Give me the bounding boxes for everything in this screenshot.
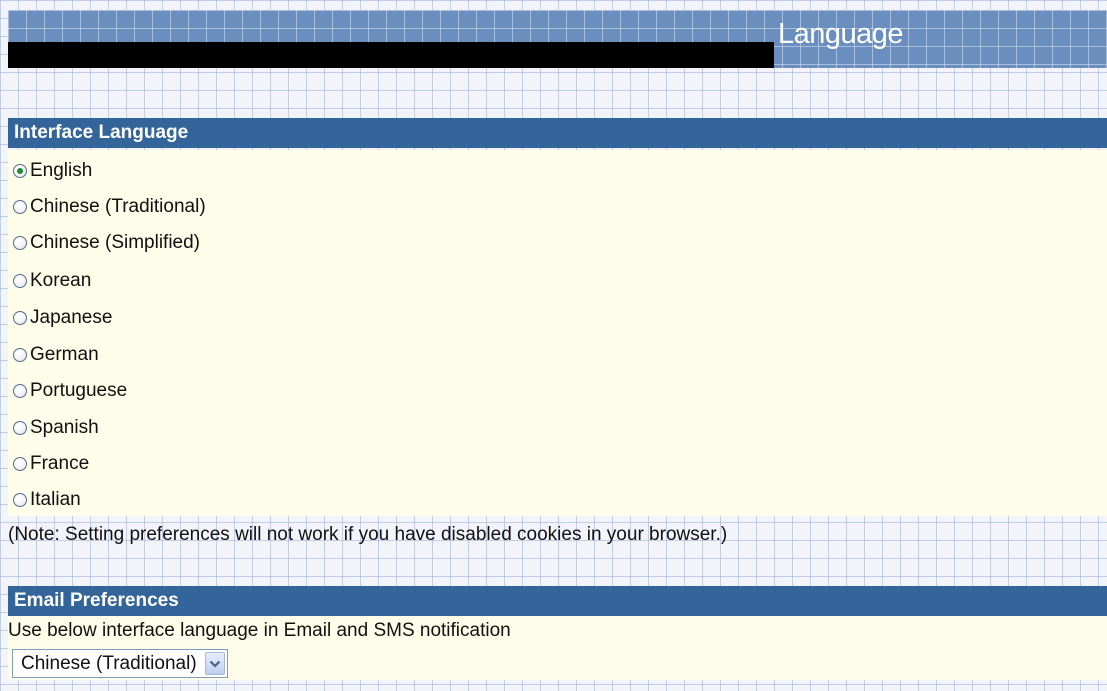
- radio-option-japanese[interactable]: Japanese: [12, 300, 112, 336]
- radio-label: English: [30, 160, 93, 181]
- chevron-down-icon[interactable]: [204, 652, 225, 675]
- header-black-bar: [8, 42, 774, 68]
- cookies-note: (Note: Setting preferences will not work…: [8, 524, 728, 545]
- radio-button-icon[interactable]: [13, 200, 27, 214]
- radio-label: Italian: [30, 489, 81, 510]
- radio-option-portuguese[interactable]: Portuguese: [12, 373, 127, 409]
- radio-button-icon[interactable]: [13, 421, 27, 435]
- page-title: Language: [778, 18, 904, 50]
- email-preferences-heading: Email Preferences: [8, 586, 1107, 616]
- radio-button-icon[interactable]: [13, 311, 27, 325]
- radio-option-france[interactable]: France: [12, 446, 89, 482]
- radio-button-icon[interactable]: [13, 348, 27, 362]
- radio-label: France: [30, 453, 90, 474]
- radio-button-icon[interactable]: [13, 236, 27, 250]
- email-preferences-description: Use below interface language in Email an…: [8, 620, 511, 641]
- radio-button-checked-icon[interactable]: [13, 164, 27, 178]
- radio-label: Chinese (Simplified): [30, 232, 201, 253]
- radio-button-icon[interactable]: [13, 384, 27, 398]
- radio-button-icon[interactable]: [13, 274, 27, 288]
- radio-option-english[interactable]: English: [12, 153, 92, 189]
- radio-option-german[interactable]: German: [12, 337, 99, 373]
- radio-label: Portuguese: [30, 380, 128, 401]
- radio-option-italian[interactable]: Italian: [12, 482, 81, 518]
- interface-language-heading: Interface Language: [8, 118, 1107, 148]
- radio-option-chinese-traditional[interactable]: Chinese (Traditional): [12, 189, 206, 225]
- radio-label: Japanese: [30, 307, 113, 328]
- radio-button-icon[interactable]: [13, 457, 27, 471]
- radio-label: Chinese (Traditional): [30, 196, 206, 217]
- radio-label: German: [30, 344, 99, 365]
- email-language-select[interactable]: Chinese (Traditional): [12, 649, 228, 678]
- radio-option-spanish[interactable]: Spanish: [12, 410, 99, 446]
- radio-label: Spanish: [30, 417, 99, 438]
- select-value: Chinese (Traditional): [21, 653, 197, 674]
- radio-option-chinese-simplified[interactable]: Chinese (Simplified): [12, 225, 200, 261]
- radio-label: Korean: [30, 270, 92, 291]
- radio-option-korean[interactable]: Korean: [12, 263, 91, 299]
- radio-button-icon[interactable]: [13, 493, 27, 507]
